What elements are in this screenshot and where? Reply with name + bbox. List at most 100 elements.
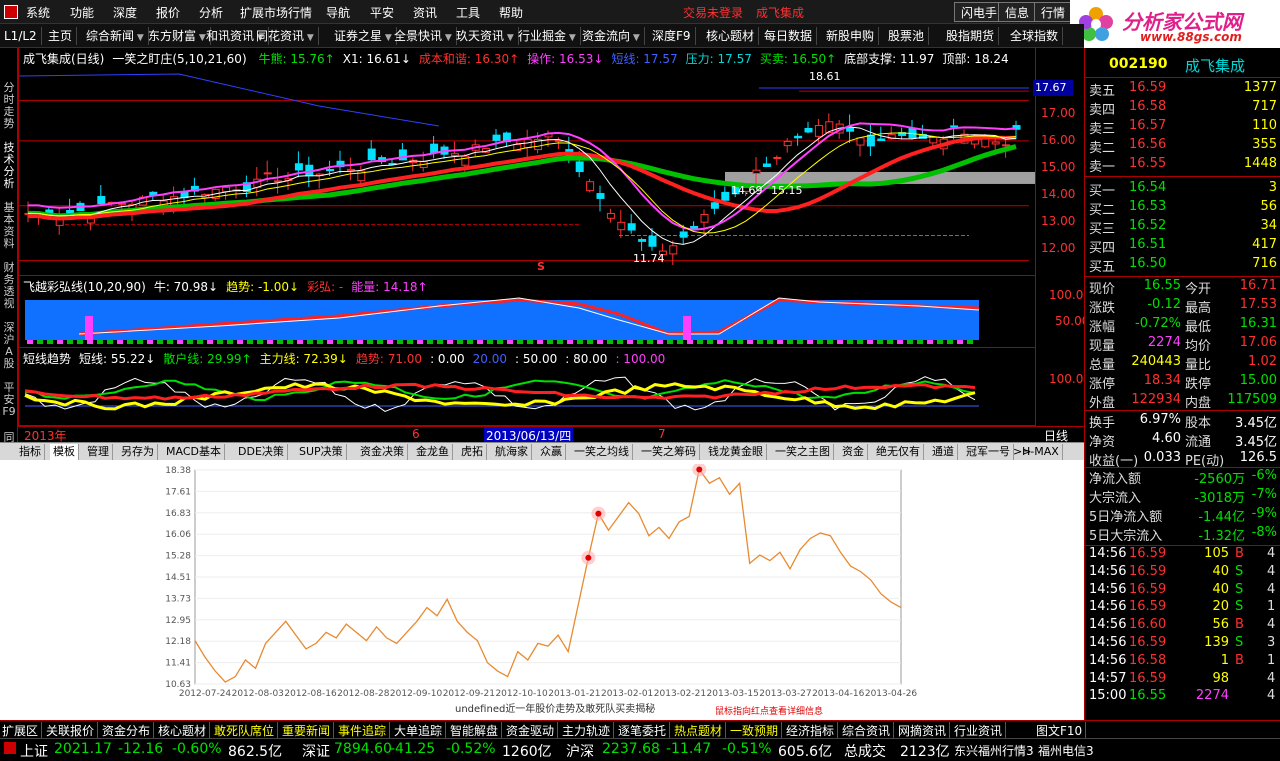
left-tab-intraday[interactable]: 分时走势 xyxy=(1,82,17,130)
extension-tab[interactable]: 网摘资讯 xyxy=(898,722,951,739)
extension-tab[interactable]: 逐笔委托 xyxy=(618,722,671,739)
template-tab[interactable]: 资金决策 xyxy=(357,444,408,460)
extension-tab[interactable]: 图文F10 xyxy=(1036,722,1087,739)
template-tab[interactable]: MACD基本 xyxy=(163,444,225,460)
hs-label: 沪深 xyxy=(566,744,594,760)
extension-tab[interactable]: 资金分布 xyxy=(102,722,155,739)
quote-button[interactable]: 行情 xyxy=(1034,2,1073,22)
template-tab[interactable]: 钱龙黄金眼 xyxy=(705,444,767,460)
nav-item[interactable]: 行业掘金 ▼ xyxy=(518,27,581,45)
nav-item[interactable]: 全景快讯 ▼ xyxy=(394,27,457,45)
left-tab-technical[interactable]: 技术分析 xyxy=(1,142,17,190)
template-tab[interactable]: SUP决策 xyxy=(296,444,347,460)
extension-tab[interactable]: 核心题材 xyxy=(158,722,211,739)
extension-tab[interactable]: 事件追踪 xyxy=(338,722,391,739)
trade-marker[interactable] xyxy=(595,510,602,517)
left-tab-finance[interactable]: 财务透视 xyxy=(1,262,17,310)
info-button[interactable]: 信息 xyxy=(998,2,1037,22)
short-trend-chart[interactable] xyxy=(19,366,1035,426)
left-tab-pingan-f9[interactable]: 平安F9 xyxy=(1,382,17,418)
extension-tab[interactable]: 热点题材 xyxy=(674,722,727,739)
template-tab[interactable]: 绝无仅有 xyxy=(873,444,924,460)
network-name[interactable]: 福州电信3 xyxy=(1038,742,1094,759)
rainbow-indicator-panel[interactable]: 飞越彩弘线(10,20,90) 牛: 70.98↓ 趋势: -1.00↓ 彩弘: -能… xyxy=(18,276,1091,348)
template-tab[interactable]: 冠军一号 xyxy=(963,444,1014,460)
template-tab[interactable]: 指标 xyxy=(16,444,45,460)
template-tab[interactable]: 管理 xyxy=(84,444,113,460)
nav-item[interactable]: 同花资讯 ▼ xyxy=(256,27,319,45)
template-tab[interactable]: 模板 xyxy=(50,444,79,460)
nav-item[interactable]: 东方财富 ▼ xyxy=(148,27,211,45)
nav-item[interactable]: 证券之星 ▼ xyxy=(334,27,397,45)
template-tab[interactable]: 众赢 xyxy=(537,444,566,460)
chevron-down-icon[interactable]: ▼ xyxy=(382,33,392,43)
left-tab-a-share[interactable]: 深沪A股 xyxy=(1,322,17,370)
trade-marker[interactable] xyxy=(585,554,592,561)
menu-item[interactable]: 深度 xyxy=(113,4,137,21)
nav-item[interactable]: 全球指数 xyxy=(1010,27,1064,45)
menu-item[interactable]: 报价 xyxy=(156,4,180,21)
chevron-down-icon[interactable]: ▼ xyxy=(442,33,452,43)
extension-tab[interactable]: 敢死队席位 xyxy=(214,722,279,739)
chevron-down-icon[interactable]: ▼ xyxy=(566,33,576,43)
short-trend-panel[interactable]: 短线趋势 短线: 55.22↓ 散户线: 29.99↑ 主力线: 72.39↓ 趋势: … xyxy=(18,348,1091,426)
nav-item[interactable]: L1/L2 xyxy=(4,27,42,45)
nav-item[interactable]: 主页 xyxy=(48,27,78,45)
chevron-down-icon[interactable]: ▼ xyxy=(630,33,640,43)
template-tab[interactable]: 一笑之均线 xyxy=(571,444,633,460)
login-status[interactable]: 交易未登录 xyxy=(683,4,743,21)
nav-item[interactable]: 股指期货 xyxy=(946,27,1000,45)
nav-item[interactable]: 深度F9 xyxy=(652,27,696,45)
menu-item[interactable]: 导航 xyxy=(326,4,350,21)
template-tab[interactable]: 一笑之主图 xyxy=(772,444,834,460)
broker-name[interactable]: 东兴福州行情3 xyxy=(954,742,1034,759)
menu-item[interactable]: 帮助 xyxy=(499,4,523,21)
nav-item[interactable]: 综合新闻 ▼ xyxy=(86,27,149,45)
extension-tab[interactable]: 一致预期 xyxy=(730,722,783,739)
menu-item[interactable]: 功能 xyxy=(70,4,94,21)
template-tab[interactable]: 金龙鱼 xyxy=(413,444,453,460)
trade-marker[interactable] xyxy=(696,466,703,473)
flash-trade-button[interactable]: 闪电手 xyxy=(954,2,1005,22)
nav-item[interactable]: 核心题材 xyxy=(706,27,760,45)
nav-item[interactable]: 资金流向 ▼ xyxy=(582,27,645,45)
extension-tab[interactable]: 扩展区 xyxy=(2,722,43,739)
kline-panel[interactable]: 成飞集成(日线) 一笑之盯庄(5,10,21,60) 牛熊: 15.76↑ X1: … xyxy=(18,48,1075,276)
chevron-down-icon[interactable]: ▼ xyxy=(134,33,144,43)
app-icon[interactable] xyxy=(4,5,18,19)
chevron-down-icon[interactable]: ▼ xyxy=(504,33,514,43)
template-tab[interactable]: 航海家 xyxy=(492,444,532,460)
year-price-chart[interactable]: 18.38 17.61 16.83 16.06 15.28 14.51 13.73 12.95… xyxy=(150,464,930,718)
extension-tab[interactable]: 重要新闻 xyxy=(282,722,335,739)
nav-item[interactable]: 玖天资讯 ▼ xyxy=(456,27,519,45)
chevron-down-icon[interactable]: ▼ xyxy=(196,33,206,43)
nav-item[interactable]: 股票池 xyxy=(888,27,930,45)
menu-item[interactable]: 平安 xyxy=(370,4,394,21)
menu-item[interactable]: 资讯 xyxy=(413,4,437,21)
menu-item[interactable]: 系统 xyxy=(26,4,50,21)
extension-tab[interactable]: 大单追踪 xyxy=(394,722,447,739)
extension-tab[interactable]: 综合资讯 xyxy=(842,722,895,739)
extension-tab[interactable]: 主力轨迹 xyxy=(562,722,615,739)
menu-item[interactable]: 扩展市场行情 xyxy=(240,4,312,21)
chevron-down-icon[interactable]: ▼ xyxy=(304,33,314,43)
template-tab[interactable]: 另存为 xyxy=(118,444,158,460)
template-tab[interactable]: 通道 xyxy=(929,444,958,460)
tab-scroll-icon[interactable]: >> xyxy=(1010,444,1034,460)
template-tab[interactable]: 一笑之筹码 xyxy=(638,444,700,460)
extension-tab[interactable]: 智能解盘 xyxy=(450,722,503,739)
nav-item[interactable]: 每日数据 xyxy=(764,27,818,45)
template-tab[interactable]: 资金 xyxy=(839,444,868,460)
template-tab[interactable]: 虎拓 xyxy=(458,444,487,460)
rainbow-indicator-chart[interactable] xyxy=(19,294,1035,348)
extension-tab[interactable]: 行业资讯 xyxy=(954,722,1007,739)
extension-tab[interactable]: 资金驱动 xyxy=(506,722,559,739)
extension-tab[interactable]: 经济指标 xyxy=(786,722,839,739)
extension-tab[interactable]: 关联报价 xyxy=(46,722,99,739)
menu-item[interactable]: 工具 xyxy=(456,4,480,21)
nav-item[interactable]: 新股申购 xyxy=(826,27,880,45)
kline-chart[interactable] xyxy=(19,66,1035,276)
left-tab-basic[interactable]: 基本资料 xyxy=(1,202,17,250)
template-tab[interactable]: DDE决策 xyxy=(235,444,288,460)
menu-item[interactable]: 分析 xyxy=(199,4,223,21)
